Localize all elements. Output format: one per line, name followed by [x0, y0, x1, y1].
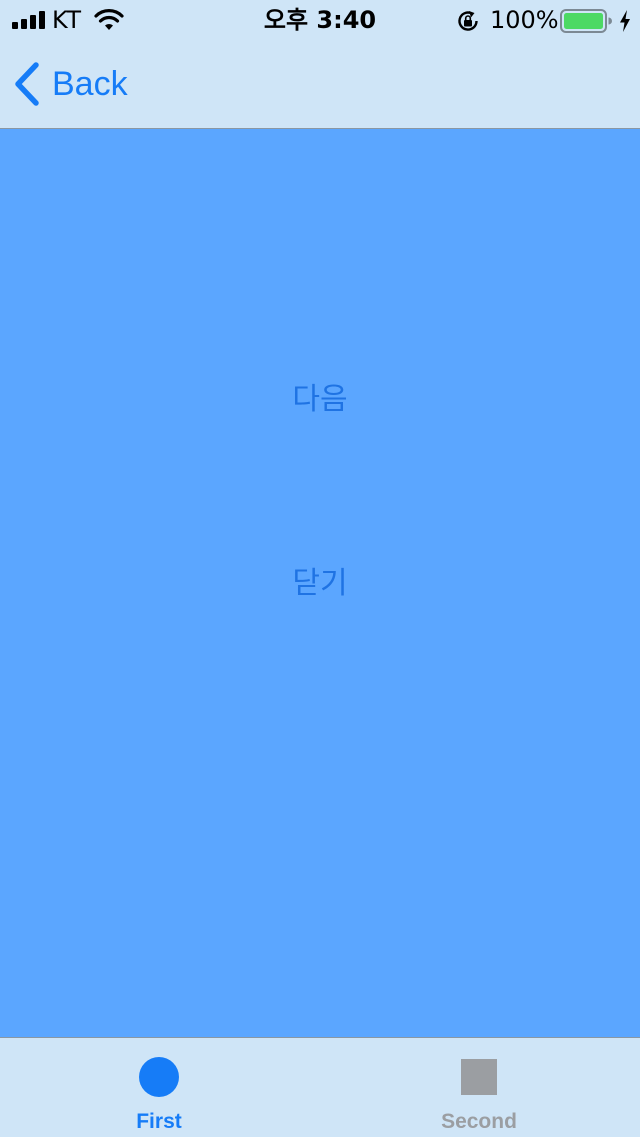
- content-area: 다음 닫기: [0, 129, 640, 1037]
- navigation-bar: Back: [0, 40, 640, 129]
- circle-icon: [139, 1057, 179, 1097]
- back-label: Back: [52, 65, 128, 103]
- back-button[interactable]: Back: [10, 58, 128, 110]
- close-button[interactable]: 닫기: [220, 564, 420, 604]
- status-bar: KT 오후 3:40 100%: [0, 0, 640, 40]
- square-icon: [461, 1059, 497, 1095]
- carrier-name: KT: [52, 6, 82, 34]
- tab-bar: First Second: [0, 1037, 640, 1137]
- status-time: 오후 3:40: [263, 6, 377, 34]
- next-button[interactable]: 다음: [220, 380, 420, 420]
- rotation-lock-icon: [458, 11, 478, 31]
- chevron-left-icon: [15, 62, 39, 106]
- battery-percent: 100%: [490, 6, 559, 34]
- charging-bolt-icon: [620, 10, 630, 32]
- signal-bars-icon: [12, 11, 45, 29]
- battery-icon: [560, 9, 612, 33]
- tab-first[interactable]: First: [79, 1038, 239, 1137]
- tab-second[interactable]: Second: [399, 1038, 559, 1137]
- tab-label: Second: [441, 1110, 517, 1133]
- wifi-icon: [94, 9, 124, 30]
- tab-label: First: [136, 1110, 182, 1133]
